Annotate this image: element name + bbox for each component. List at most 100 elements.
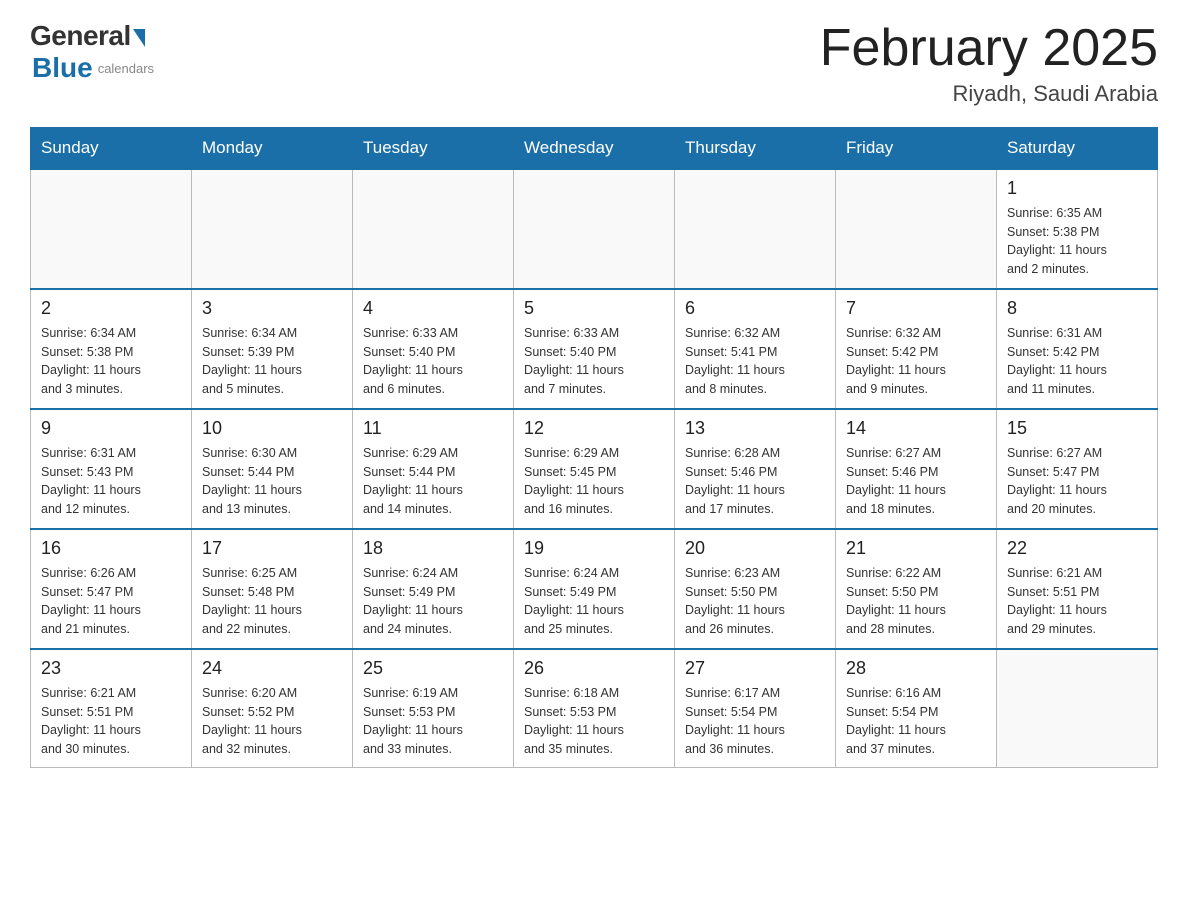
day-info: Sunrise: 6:19 AM Sunset: 5:53 PM Dayligh… xyxy=(363,684,503,759)
calendar-cell: 18 Sunrise: 6:24 AM Sunset: 5:49 PM Dayli… xyxy=(353,529,514,649)
day-info: Sunrise: 6:32 AM Sunset: 5:42 PM Dayligh… xyxy=(846,324,986,399)
day-number: 15 xyxy=(1007,418,1147,440)
day-info: Sunrise: 6:26 AM Sunset: 5:47 PM Dayligh… xyxy=(41,564,181,639)
calendar-cell: 14 Sunrise: 6:27 AM Sunset: 5:46 PM Dayli… xyxy=(836,409,997,529)
calendar-cell: 13 Sunrise: 6:28 AM Sunset: 5:46 PM Dayli… xyxy=(675,409,836,529)
day-number: 20 xyxy=(685,538,825,560)
day-info: Sunrise: 6:20 AM Sunset: 5:52 PM Dayligh… xyxy=(202,684,342,759)
day-info: Sunrise: 6:21 AM Sunset: 5:51 PM Dayligh… xyxy=(1007,564,1147,639)
calendar-header-saturday: Saturday xyxy=(997,128,1158,170)
calendar-cell xyxy=(353,169,514,289)
calendar-cell: 27 Sunrise: 6:17 AM Sunset: 5:54 PM Dayli… xyxy=(675,649,836,767)
day-info: Sunrise: 6:16 AM Sunset: 5:54 PM Dayligh… xyxy=(846,684,986,759)
day-info: Sunrise: 6:23 AM Sunset: 5:50 PM Dayligh… xyxy=(685,564,825,639)
calendar-cell: 28 Sunrise: 6:16 AM Sunset: 5:54 PM Dayli… xyxy=(836,649,997,767)
day-number: 7 xyxy=(846,298,986,320)
day-number: 3 xyxy=(202,298,342,320)
day-info: Sunrise: 6:33 AM Sunset: 5:40 PM Dayligh… xyxy=(524,324,664,399)
day-info: Sunrise: 6:33 AM Sunset: 5:40 PM Dayligh… xyxy=(363,324,503,399)
calendar-week-row-1: 1Sunrise: 6:35 AM Sunset: 5:38 PM Daylig… xyxy=(31,169,1158,289)
day-info: Sunrise: 6:35 AM Sunset: 5:38 PM Dayligh… xyxy=(1007,204,1147,279)
calendar-cell: 10 Sunrise: 6:30 AM Sunset: 5:44 PM Dayli… xyxy=(192,409,353,529)
day-number: 27 xyxy=(685,658,825,680)
day-number: 24 xyxy=(202,658,342,680)
calendar-cell: 1Sunrise: 6:35 AM Sunset: 5:38 PM Daylig… xyxy=(997,169,1158,289)
day-info: Sunrise: 6:28 AM Sunset: 5:46 PM Dayligh… xyxy=(685,444,825,519)
day-info: Sunrise: 6:24 AM Sunset: 5:49 PM Dayligh… xyxy=(363,564,503,639)
day-info: Sunrise: 6:24 AM Sunset: 5:49 PM Dayligh… xyxy=(524,564,664,639)
logo-sub-text: calendars xyxy=(98,61,154,76)
calendar-header-sunday: Sunday xyxy=(31,128,192,170)
calendar-cell: 7 Sunrise: 6:32 AM Sunset: 5:42 PM Daylig… xyxy=(836,289,997,409)
calendar-cell: 22 Sunrise: 6:21 AM Sunset: 5:51 PM Dayli… xyxy=(997,529,1158,649)
calendar-cell: 24 Sunrise: 6:20 AM Sunset: 5:52 PM Dayli… xyxy=(192,649,353,767)
calendar-header-monday: Monday xyxy=(192,128,353,170)
logo-arrow-icon xyxy=(133,29,145,47)
calendar-header-tuesday: Tuesday xyxy=(353,128,514,170)
day-number: 13 xyxy=(685,418,825,440)
calendar-cell: 9 Sunrise: 6:31 AM Sunset: 5:43 PM Daylig… xyxy=(31,409,192,529)
calendar-cell: 15 Sunrise: 6:27 AM Sunset: 5:47 PM Dayli… xyxy=(997,409,1158,529)
day-number: 10 xyxy=(202,418,342,440)
logo-blue-text: Blue xyxy=(32,52,93,84)
page-header: General Blue calendars February 2025 Riy… xyxy=(30,20,1158,107)
calendar-week-row-4: 16Sunrise: 6:26 AM Sunset: 5:47 PM Dayli… xyxy=(31,529,1158,649)
calendar-cell: 4 Sunrise: 6:33 AM Sunset: 5:40 PM Daylig… xyxy=(353,289,514,409)
calendar-cell: 11Sunrise: 6:29 AM Sunset: 5:44 PM Dayli… xyxy=(353,409,514,529)
calendar-cell xyxy=(836,169,997,289)
calendar-cell: 6 Sunrise: 6:32 AM Sunset: 5:41 PM Daylig… xyxy=(675,289,836,409)
day-info: Sunrise: 6:34 AM Sunset: 5:39 PM Dayligh… xyxy=(202,324,342,399)
month-title: February 2025 xyxy=(820,20,1158,77)
logo-general-text: General xyxy=(30,20,131,52)
calendar-cell: 21Sunrise: 6:22 AM Sunset: 5:50 PM Dayli… xyxy=(836,529,997,649)
day-info: Sunrise: 6:31 AM Sunset: 5:42 PM Dayligh… xyxy=(1007,324,1147,399)
day-number: 8 xyxy=(1007,298,1147,320)
day-number: 4 xyxy=(363,298,503,320)
calendar-cell xyxy=(675,169,836,289)
day-info: Sunrise: 6:29 AM Sunset: 5:44 PM Dayligh… xyxy=(363,444,503,519)
day-info: Sunrise: 6:31 AM Sunset: 5:43 PM Dayligh… xyxy=(41,444,181,519)
day-number: 25 xyxy=(363,658,503,680)
day-number: 23 xyxy=(41,658,181,680)
day-info: Sunrise: 6:32 AM Sunset: 5:41 PM Dayligh… xyxy=(685,324,825,399)
calendar-header-row: SundayMondayTuesdayWednesdayThursdayFrid… xyxy=(31,128,1158,170)
calendar-cell: 5Sunrise: 6:33 AM Sunset: 5:40 PM Daylig… xyxy=(514,289,675,409)
day-number: 6 xyxy=(685,298,825,320)
day-number: 21 xyxy=(846,538,986,560)
day-info: Sunrise: 6:30 AM Sunset: 5:44 PM Dayligh… xyxy=(202,444,342,519)
calendar-week-row-3: 9 Sunrise: 6:31 AM Sunset: 5:43 PM Daylig… xyxy=(31,409,1158,529)
calendar-cell: 3 Sunrise: 6:34 AM Sunset: 5:39 PM Daylig… xyxy=(192,289,353,409)
title-block: February 2025 Riyadh, Saudi Arabia xyxy=(820,20,1158,107)
calendar-header-friday: Friday xyxy=(836,128,997,170)
day-number: 9 xyxy=(41,418,181,440)
day-info: Sunrise: 6:29 AM Sunset: 5:45 PM Dayligh… xyxy=(524,444,664,519)
day-number: 28 xyxy=(846,658,986,680)
calendar-cell: 8 Sunrise: 6:31 AM Sunset: 5:42 PM Daylig… xyxy=(997,289,1158,409)
day-info: Sunrise: 6:34 AM Sunset: 5:38 PM Dayligh… xyxy=(41,324,181,399)
day-number: 19 xyxy=(524,538,664,560)
day-info: Sunrise: 6:17 AM Sunset: 5:54 PM Dayligh… xyxy=(685,684,825,759)
day-number: 12 xyxy=(524,418,664,440)
calendar-week-row-5: 23 Sunrise: 6:21 AM Sunset: 5:51 PM Dayli… xyxy=(31,649,1158,767)
day-info: Sunrise: 6:27 AM Sunset: 5:46 PM Dayligh… xyxy=(846,444,986,519)
day-info: Sunrise: 6:21 AM Sunset: 5:51 PM Dayligh… xyxy=(41,684,181,759)
day-info: Sunrise: 6:27 AM Sunset: 5:47 PM Dayligh… xyxy=(1007,444,1147,519)
day-number: 14 xyxy=(846,418,986,440)
day-number: 2 xyxy=(41,298,181,320)
day-number: 22 xyxy=(1007,538,1147,560)
calendar-cell: 19 Sunrise: 6:24 AM Sunset: 5:49 PM Dayli… xyxy=(514,529,675,649)
location-text: Riyadh, Saudi Arabia xyxy=(820,81,1158,107)
calendar-week-row-2: 2 Sunrise: 6:34 AM Sunset: 5:38 PM Daylig… xyxy=(31,289,1158,409)
calendar-cell: 17Sunrise: 6:25 AM Sunset: 5:48 PM Dayli… xyxy=(192,529,353,649)
calendar-header-wednesday: Wednesday xyxy=(514,128,675,170)
calendar-cell: 25 Sunrise: 6:19 AM Sunset: 5:53 PM Dayli… xyxy=(353,649,514,767)
calendar-cell: 26 Sunrise: 6:18 AM Sunset: 5:53 PM Dayli… xyxy=(514,649,675,767)
calendar-cell: 23 Sunrise: 6:21 AM Sunset: 5:51 PM Dayli… xyxy=(31,649,192,767)
day-number: 26 xyxy=(524,658,664,680)
day-info: Sunrise: 6:18 AM Sunset: 5:53 PM Dayligh… xyxy=(524,684,664,759)
calendar-cell xyxy=(192,169,353,289)
logo: General Blue calendars xyxy=(30,20,154,84)
calendar-cell xyxy=(31,169,192,289)
day-number: 18 xyxy=(363,538,503,560)
day-info: Sunrise: 6:25 AM Sunset: 5:48 PM Dayligh… xyxy=(202,564,342,639)
